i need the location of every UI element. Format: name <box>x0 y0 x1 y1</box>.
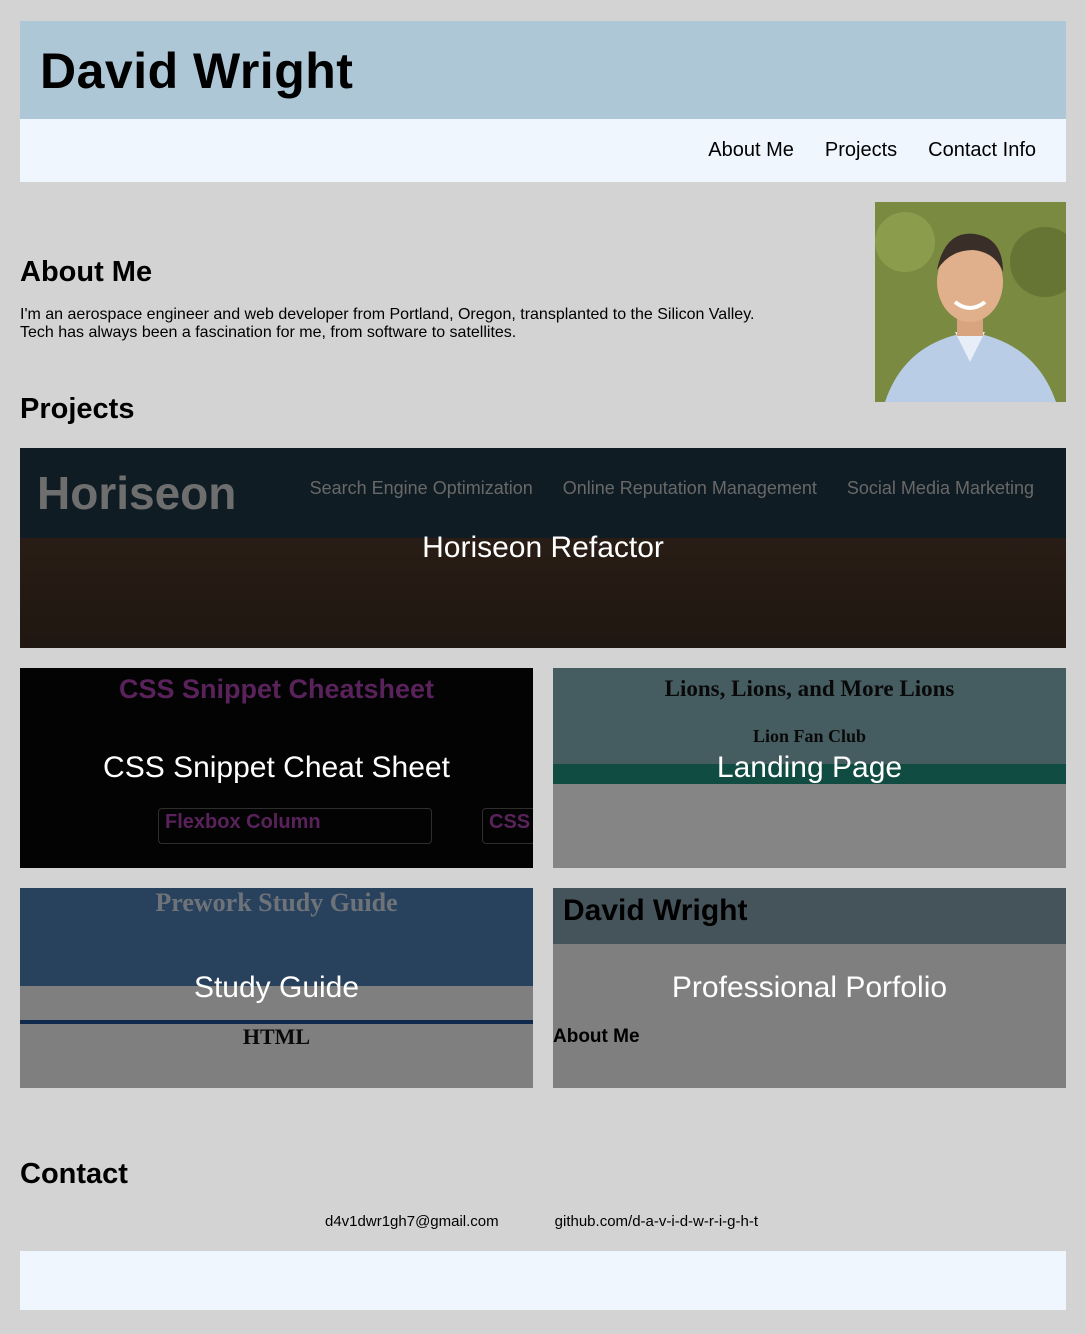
site-header: David Wright About Me Projects Contact I… <box>20 21 1066 182</box>
project-caption: Landing Page <box>716 751 903 784</box>
portrait-illustration <box>875 202 1066 402</box>
projects-heading: Projects <box>20 393 135 425</box>
nav-contact-info[interactable]: Contact Info <box>928 139 1036 162</box>
project-caption: CSS Snippet Cheat Sheet <box>103 751 450 784</box>
project-card-css-cheatsheet[interactable]: CSS Snippet Cheatsheet Flexbox Column CS… <box>20 668 533 868</box>
project-card-portfolio[interactable]: David Wright About Me Professional Porfo… <box>553 888 1066 1088</box>
nav-about-me[interactable]: About Me <box>708 139 794 162</box>
project-card-landing-page[interactable]: Lions, Lions, and More Lions Lion Fan Cl… <box>553 668 1066 868</box>
email-link[interactable]: d4v1dwr1gh7@gmail.com <box>325 1213 499 1230</box>
main-nav: About Me Projects Contact Info <box>20 119 1066 182</box>
project-card-study-guide[interactable]: Prework Study Guide HTML Study Guide <box>20 888 533 1088</box>
project-card-horiseon[interactable]: Horiseon Search Engine Optimization Onli… <box>20 448 1066 648</box>
github-link[interactable]: github.com/d-a-v-i-d-w-r-i-g-h-t <box>555 1213 758 1230</box>
site-footer <box>20 1251 1066 1310</box>
header-bar: David Wright <box>20 21 1066 119</box>
site-title: David Wright <box>40 43 354 99</box>
project-caption: Horiseon Refactor <box>422 531 664 564</box>
about-heading: About Me <box>20 256 153 288</box>
about-line-2: Tech has always been a fascination for m… <box>20 324 517 341</box>
project-caption: Professional Porfolio <box>671 971 948 1004</box>
about-line-1: I'm an aerospace engineer and web develo… <box>20 306 755 323</box>
page: David Wright About Me Projects Contact I… <box>20 21 1066 1310</box>
contact-links: d4v1dwr1gh7@gmail.com github.com/d-a-v-i… <box>325 1213 758 1230</box>
project-caption: Study Guide <box>193 971 360 1004</box>
profile-photo <box>875 202 1066 402</box>
about-text: I'm an aerospace engineer and web develo… <box>20 306 820 342</box>
contact-heading: Contact <box>20 1158 128 1190</box>
about-section: About Me I'm an aerospace engineer and w… <box>20 182 1066 403</box>
nav-projects[interactable]: Projects <box>825 139 897 162</box>
